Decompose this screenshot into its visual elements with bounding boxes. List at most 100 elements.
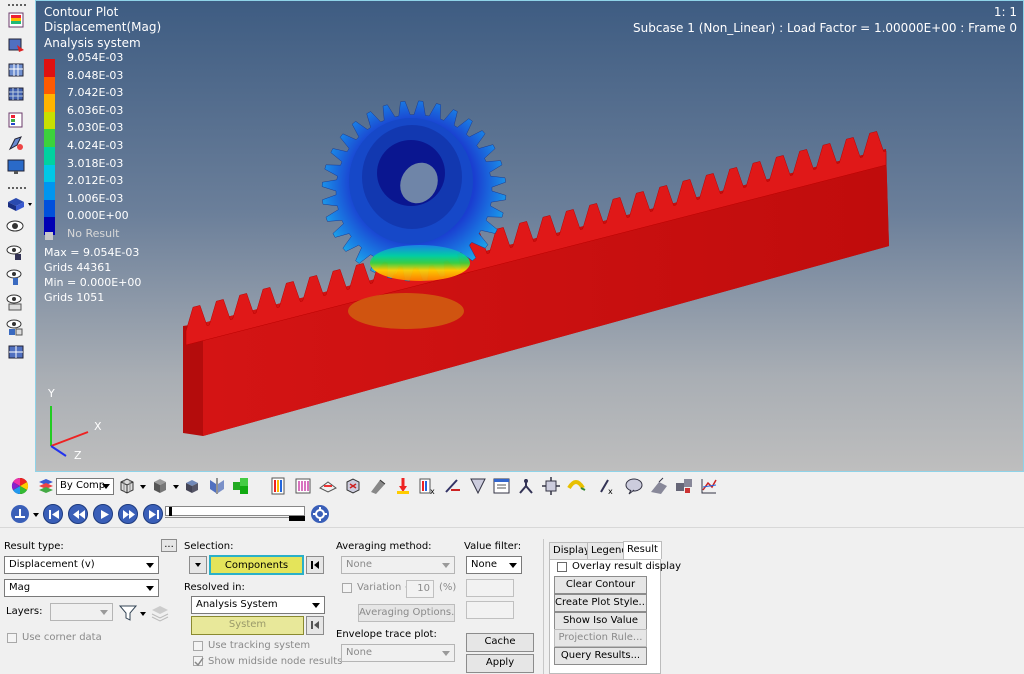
contour-icon[interactable] [268,476,288,496]
next-frame-button[interactable] [118,504,138,524]
filter-max-input[interactable] [466,601,514,619]
variation-input[interactable]: 10 [406,580,434,598]
value-filter-dropdown[interactable]: None [466,556,522,574]
result-type-dropdown[interactable]: Displacement (v) [4,556,159,574]
apply-button[interactable]: Apply [466,654,534,673]
layers-dropdown[interactable] [50,603,113,621]
marker-icon[interactable] [368,476,388,496]
measure-icon[interactable] [443,476,463,496]
deformed-icon[interactable] [318,476,338,496]
legend-icon[interactable] [5,110,27,130]
legend-stats: Max = 9.054E-03 Grids 44361 Min = 0.000E… [44,245,141,305]
assign-result-icon[interactable] [5,60,27,80]
projection-rule-button[interactable]: Projection Rule... [554,629,647,647]
selection-reset-button[interactable] [306,556,324,574]
system-selector-button[interactable]: System [191,616,304,635]
first-frame-button[interactable] [43,504,63,524]
plot-icon[interactable] [699,476,719,496]
legend-value: 1.006E-03 [67,191,124,205]
frame-slider[interactable] [165,506,305,522]
by-comp-dropdown[interactable]: By Comp [56,478,114,495]
system-reset-button[interactable] [306,616,324,635]
previous-frame-button[interactable] [68,504,88,524]
shaded-cube-icon[interactable] [150,476,170,496]
monitor-icon[interactable] [5,157,27,177]
layers-icon[interactable] [36,476,56,496]
chevron-down-icon[interactable] [140,612,146,616]
flexbody-icon[interactable]: x [418,476,438,496]
callout-icon[interactable] [624,476,644,496]
envelope-trace-dropdown[interactable]: None [341,644,455,662]
color-wheel-icon[interactable] [10,476,30,496]
legend-swatch [44,199,55,218]
selection-mode-dropdown[interactable] [189,556,207,574]
show-element-icon[interactable] [5,243,27,263]
view-cube-icon[interactable] [5,195,32,215]
isolate-icon[interactable] [5,267,27,287]
overlay-result-checkbox[interactable] [557,562,567,572]
query-results-button[interactable]: Query Results... [554,647,647,665]
variation-checkbox[interactable] [342,583,352,593]
component-icon[interactable] [183,476,203,496]
contour-icon[interactable] [5,10,27,30]
wireframe-cube-icon[interactable] [117,476,137,496]
cache-button[interactable]: Cache [466,633,534,652]
tab-result[interactable]: Result [623,541,662,559]
selection-label: Selection: [184,541,234,552]
use-tracking-checkbox[interactable] [193,641,203,651]
filter-min-input[interactable] [466,579,514,597]
deformed-icon[interactable] [5,35,27,55]
move-icon[interactable] [541,476,561,496]
result-type-more-button[interactable]: ... [161,539,177,552]
mesh-icon[interactable] [5,84,27,104]
toolbar-grip[interactable] [7,186,27,190]
chevron-down-icon[interactable] [33,513,39,517]
last-frame-button[interactable] [143,504,163,524]
flexbody-icon[interactable] [5,133,27,153]
hide-icon[interactable] [5,292,27,312]
reverse-icon[interactable] [5,317,27,337]
averaging-method-dropdown[interactable]: None [341,556,455,574]
toolbar-grip[interactable] [7,3,27,7]
chevron-down-icon[interactable] [173,485,179,489]
overlay-result-label: Overlay result display [572,561,682,572]
show-midside-checkbox[interactable] [193,656,204,667]
legend-value: 6.036E-03 [67,103,124,117]
layers-stack-icon[interactable] [150,603,170,623]
show-iso-value-button[interactable]: Show Iso Value [554,612,647,630]
visualization-icon[interactable] [231,476,251,496]
legend-swatch [44,146,55,165]
graphics-viewport[interactable]: Contour Plot Displacement(Mag) Analysis … [35,0,1024,472]
show-icon[interactable] [5,218,27,238]
value-filter-label: Value filter: [464,541,522,552]
create-plot-style-button[interactable]: Create Plot Style... [554,594,647,612]
components-selector-button[interactable]: Components [209,555,304,575]
use-corner-data-checkbox[interactable] [7,633,17,643]
curve-icon[interactable] [566,476,586,496]
grid-icon[interactable] [5,342,27,362]
scale-label: 1: 1 [993,5,1017,19]
iso-icon[interactable] [293,476,313,496]
tracking-icon[interactable]: x [598,476,618,496]
probe-icon[interactable] [516,476,536,496]
chevron-down-icon[interactable] [140,485,146,489]
vector-icon[interactable] [393,476,413,496]
animation-mode-icon[interactable] [10,504,30,524]
envelope-trace-label: Envelope trace plot: [336,629,437,640]
no-result-label: No Result [67,227,120,240]
averaging-options-button[interactable]: Averaging Options... [358,604,455,622]
animation-settings-icon[interactable] [310,504,330,524]
clear-contour-button[interactable]: Clear Contour [554,576,647,594]
filter-icon[interactable] [118,603,138,623]
section-icon[interactable] [649,476,669,496]
legend-value: 0.000E+00 [67,209,129,223]
note-icon[interactable] [468,476,488,496]
table-icon[interactable] [492,476,512,496]
play-button[interactable] [93,504,113,524]
exploded-icon[interactable] [674,476,694,496]
result-component-dropdown[interactable]: Mag [4,579,159,597]
plot-result-line: Displacement(Mag) [44,20,162,34]
tensor-icon[interactable] [343,476,363,496]
mirror-icon[interactable] [207,476,227,496]
resolved-in-dropdown[interactable]: Analysis System [191,596,325,614]
